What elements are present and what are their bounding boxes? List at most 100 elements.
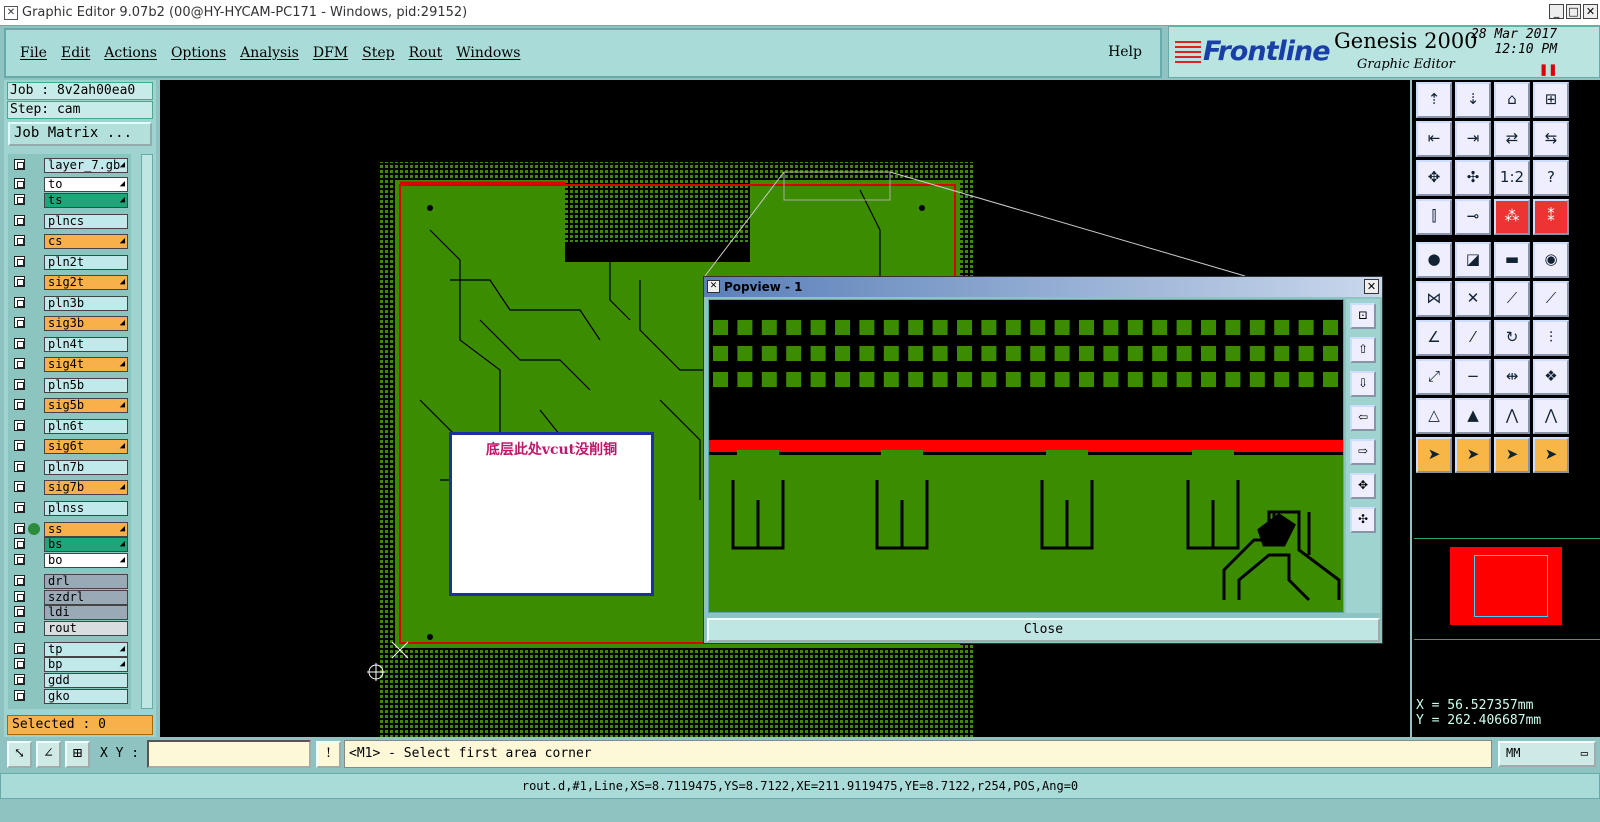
overview-viewport[interactable] <box>1474 555 1548 617</box>
maximize-icon[interactable]: □ <box>1566 4 1581 19</box>
layer-row-drl[interactable]: drl <box>8 574 131 589</box>
layer-name[interactable]: sig4t ◢ <box>44 357 128 372</box>
popview-zoom-in-icon[interactable]: ✥ <box>1350 473 1376 499</box>
split-icon[interactable]: ⫶ <box>1533 320 1569 356</box>
job-matrix-button[interactable]: Job Matrix ... <box>8 122 152 146</box>
menu-dfm[interactable]: DFM <box>313 45 348 61</box>
popview-canvas[interactable] <box>708 299 1344 613</box>
popview-zoom-out-icon[interactable]: ✣ <box>1350 507 1376 533</box>
overview-map[interactable] <box>1414 538 1600 640</box>
layer-checkbox[interactable] <box>14 194 25 205</box>
minimize-icon[interactable]: _ <box>1549 4 1564 19</box>
layer-name[interactable]: sig5b ◢ <box>44 398 128 413</box>
layer-name[interactable]: gko <box>44 689 128 704</box>
layer-checkbox[interactable] <box>14 276 25 287</box>
layer-checkbox[interactable] <box>14 674 25 685</box>
layer-name[interactable]: pln5b <box>44 378 128 393</box>
layer-row-layer-7-gb[interactable]: layer_7.gb ◢ <box>8 158 131 173</box>
layer-row-gdd[interactable]: gdd <box>8 673 131 688</box>
circle-select-icon[interactable]: ◉ <box>1533 242 1569 278</box>
layer-checkbox[interactable] <box>14 297 25 308</box>
popview-close-button[interactable]: Close <box>707 618 1380 642</box>
popview-pan-left-icon[interactable]: ⇦ <box>1350 405 1376 431</box>
pan-right-icon[interactable]: ⇥ <box>1455 121 1491 157</box>
surface-icon[interactable]: ◪ <box>1455 242 1491 278</box>
layer-checkbox[interactable] <box>14 690 25 701</box>
group-icon[interactable]: ❖ <box>1533 359 1569 395</box>
layer-name[interactable]: rout <box>44 621 128 636</box>
layer-checkbox[interactable] <box>14 338 25 349</box>
layer-checkbox[interactable] <box>14 159 25 170</box>
snap-grid-icon[interactable]: ⤡ <box>7 741 32 768</box>
zoom-center-icon[interactable]: ✣ <box>1455 160 1491 196</box>
layer-checkbox[interactable] <box>14 420 25 431</box>
resize-icon[interactable]: ⇹ <box>1494 359 1530 395</box>
layer-name[interactable]: cs ◢ <box>44 234 128 249</box>
zoom-window-icon[interactable]: ⊞ <box>1533 82 1569 118</box>
layer-row-szdrl[interactable]: szdrl <box>8 590 131 605</box>
snap-icon[interactable]: ⊸ <box>1455 199 1491 235</box>
rotate-icon[interactable]: ↻ <box>1494 320 1530 356</box>
connect-icon[interactable]: ⋈ <box>1416 281 1452 317</box>
pointer-icon[interactable]: ➤ <box>1416 437 1452 473</box>
arch-icon[interactable]: ⋀ <box>1494 398 1530 434</box>
pointer-net-icon[interactable]: ➤ <box>1533 437 1569 473</box>
layer-checkbox[interactable] <box>14 178 25 189</box>
layer-row-gko[interactable]: gko <box>8 689 131 704</box>
net-highlight-icon[interactable]: ⁂ <box>1494 199 1530 235</box>
layer-row-pln2t[interactable]: pln2t <box>8 255 131 270</box>
line-blue-icon[interactable]: ⟋ <box>1533 281 1569 317</box>
layer-checkbox[interactable] <box>14 538 25 549</box>
layer-row-cs[interactable]: cs ◢ <box>8 234 131 249</box>
layer-name[interactable]: plncs <box>44 214 128 229</box>
home-icon[interactable]: ⌂ <box>1494 82 1530 118</box>
pointer-circle-icon[interactable]: ➤ <box>1494 437 1530 473</box>
pointer-box-icon[interactable]: ➤ <box>1455 437 1491 473</box>
layer-checkbox[interactable] <box>14 523 25 534</box>
layer-name[interactable]: sig3b ◢ <box>44 316 128 331</box>
layer-name[interactable]: layer_7.gb ◢ <box>44 158 128 173</box>
layer-row-plncs[interactable]: plncs <box>8 214 131 229</box>
layer-row-pln3b[interactable]: pln3b <box>8 296 131 311</box>
app-window-icon[interactable]: ✕ <box>4 5 18 20</box>
layer-row-bs[interactable]: bs ◢ <box>8 537 131 552</box>
layer-row-bp[interactable]: bp ◢ <box>8 657 131 672</box>
layer-checkbox[interactable] <box>14 481 25 492</box>
pause-icon[interactable]: ❚❚ <box>1539 63 1557 76</box>
ruler-icon[interactable]: ▬ <box>1494 242 1530 278</box>
zoom-home-icon[interactable]: ⇡ <box>1416 82 1452 118</box>
layer-row-ldi[interactable]: ldi <box>8 605 131 620</box>
pan-left-icon[interactable]: ⇤ <box>1416 121 1452 157</box>
layer-checkbox[interactable] <box>14 591 25 602</box>
layer-checkbox[interactable] <box>14 379 25 390</box>
unit-select[interactable]: MM ▭ <box>1498 741 1596 767</box>
triangle-up-icon[interactable]: ▲ <box>1455 398 1491 434</box>
triangle-icon[interactable]: △ <box>1416 398 1452 434</box>
layer-name[interactable]: tp ◢ <box>44 642 128 657</box>
layer-checkbox[interactable] <box>14 235 25 246</box>
layer-checkbox[interactable] <box>14 643 25 654</box>
layer-row-plnss[interactable]: plnss <box>8 501 131 516</box>
layer-checkbox[interactable] <box>14 256 25 267</box>
layer-name[interactable]: szdrl <box>44 590 128 605</box>
query-icon[interactable]: ? <box>1533 160 1569 196</box>
layer-row-ss[interactable]: ss ◢ <box>8 522 131 537</box>
layer-row-pln7b[interactable]: pln7b <box>8 460 131 475</box>
pad-icon[interactable]: ● <box>1416 242 1452 278</box>
zoom-fit-icon[interactable]: ✥ <box>1416 160 1452 196</box>
layer-name[interactable]: pln3b <box>44 296 128 311</box>
slash-icon[interactable]: ⁄ <box>1455 320 1491 356</box>
popview-close-icon[interactable]: ✕ <box>1364 279 1379 294</box>
layer-name[interactable]: drl <box>44 574 128 589</box>
layer-row-sig4t[interactable]: sig4t ◢ <box>8 357 131 372</box>
menu-step[interactable]: Step <box>362 45 394 61</box>
layer-checkbox[interactable] <box>14 461 25 472</box>
layer-row-sig3b[interactable]: sig3b ◢ <box>8 316 131 331</box>
layer-row-sig5b[interactable]: sig5b ◢ <box>8 398 131 413</box>
menu-actions[interactable]: Actions <box>104 45 157 61</box>
popview-pan-down-icon[interactable]: ⇩ <box>1350 371 1376 397</box>
menu-edit[interactable]: Edit <box>61 45 90 61</box>
layer-row-rout[interactable]: rout <box>8 621 131 636</box>
filter-icon[interactable]: ⫿ <box>1416 199 1452 235</box>
layer-row-bo[interactable]: bo ◢ <box>8 553 131 568</box>
